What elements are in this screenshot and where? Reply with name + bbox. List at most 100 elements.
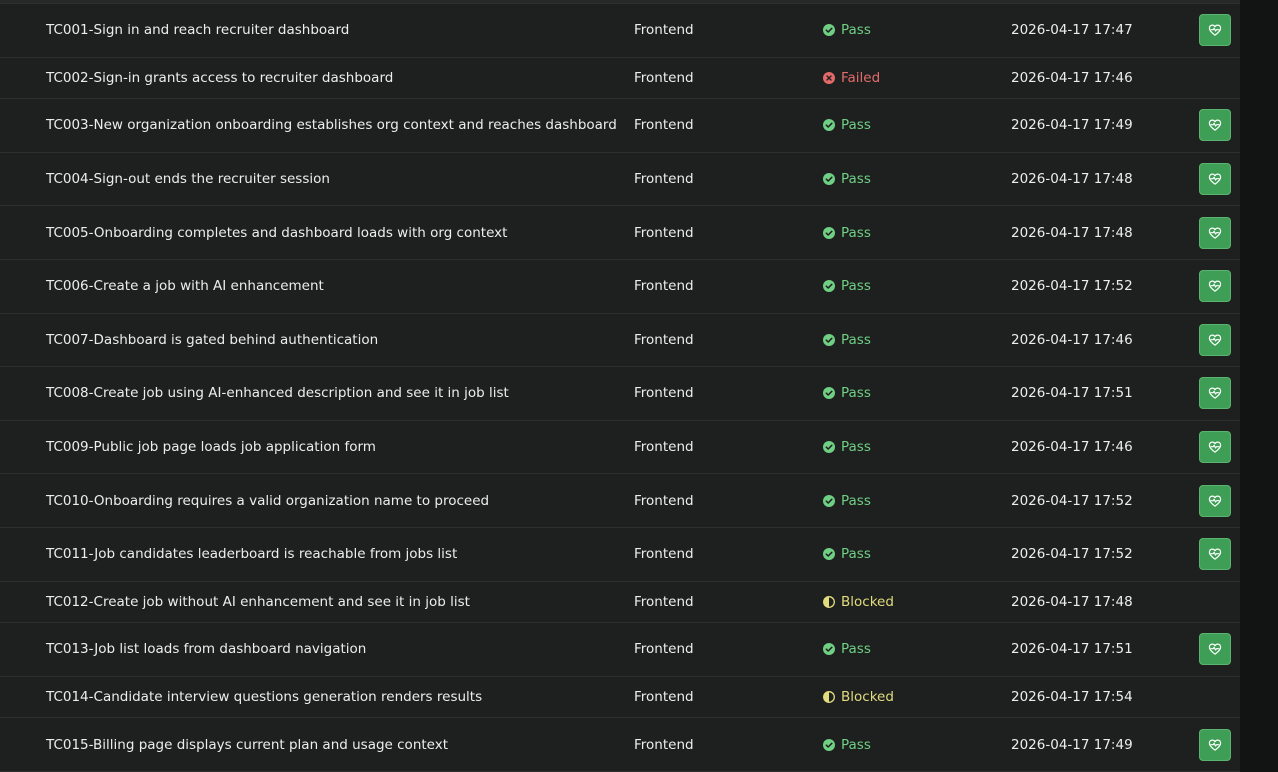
table-row[interactable]: TC002-Sign-in grants access to recruiter… [0, 58, 1240, 100]
test-results-view: TC001-Sign in and reach recruiter dashbo… [0, 0, 1278, 772]
check-circle-icon [823, 280, 835, 293]
table-row[interactable]: TC001-Sign in and reach recruiter dashbo… [0, 4, 1240, 58]
status-badge: Blocked [823, 593, 894, 611]
table-row[interactable]: TC013-Job list loads from dashboard navi… [0, 623, 1240, 677]
test-type: Frontend [634, 171, 694, 188]
status-badge: Blocked [823, 688, 894, 706]
status-badge: Pass [823, 545, 871, 563]
status-label: Pass [841, 278, 871, 295]
view-result-button[interactable] [1199, 14, 1231, 47]
check-circle-icon [823, 494, 835, 507]
view-result-button[interactable] [1199, 538, 1231, 571]
table-row[interactable]: TC007-Dashboard is gated behind authenti… [0, 314, 1240, 368]
check-circle-icon [823, 173, 835, 186]
test-type: Frontend [634, 593, 694, 610]
test-type: Frontend [634, 69, 694, 86]
test-case-name: TC009-Public job page loads job applicat… [46, 439, 376, 456]
run-timestamp: 2026-04-17 17:46 [1011, 439, 1133, 456]
test-case-name: TC003-New organization onboarding establ… [46, 117, 617, 134]
table-row[interactable]: TC011-Job candidates leaderboard is reac… [0, 528, 1240, 582]
status-badge: Pass [823, 170, 871, 188]
status-label: Pass [841, 546, 871, 563]
x-circle-icon [823, 71, 835, 84]
run-timestamp: 2026-04-17 17:46 [1011, 331, 1133, 348]
check-circle-icon [823, 24, 835, 37]
table-row[interactable]: TC014-Candidate interview questions gene… [0, 677, 1240, 719]
heart-pulse-icon [1208, 547, 1222, 561]
table-row[interactable]: TC003-New organization onboarding establ… [0, 99, 1240, 153]
half-circle-icon [823, 691, 835, 703]
status-label: Blocked [841, 593, 894, 610]
status-label: Failed [841, 69, 881, 86]
view-result-button[interactable] [1199, 109, 1231, 142]
status-badge: Pass [823, 736, 871, 754]
view-result-button[interactable] [1199, 484, 1231, 517]
heart-pulse-icon [1208, 23, 1222, 37]
heart-pulse-icon [1208, 226, 1222, 240]
test-type: Frontend [634, 117, 694, 134]
test-type: Frontend [634, 22, 694, 39]
status-label: Pass [841, 736, 871, 753]
status-badge: Pass [823, 492, 871, 510]
table-row[interactable]: TC005-Onboarding completes and dashboard… [0, 206, 1240, 260]
test-case-name: TC014-Candidate interview questions gene… [46, 689, 483, 706]
half-circle-icon [823, 595, 835, 608]
table-row[interactable]: TC015-Billing page displays current plan… [0, 718, 1240, 772]
status-badge: Pass [823, 384, 871, 402]
view-result-button[interactable] [1199, 163, 1231, 196]
test-type: Frontend [634, 278, 694, 295]
run-timestamp: 2026-04-17 17:47 [1011, 22, 1133, 39]
status-label: Pass [841, 492, 871, 509]
run-timestamp: 2026-04-17 17:51 [1011, 385, 1133, 402]
table-row[interactable]: TC012-Create job without AI enhancement … [0, 582, 1240, 624]
test-case-name: TC015-Billing page displays current plan… [46, 736, 449, 753]
status-label: Blocked [841, 689, 894, 706]
heart-pulse-icon [1208, 279, 1222, 293]
run-timestamp: 2026-04-17 17:46 [1011, 69, 1133, 86]
view-result-button[interactable] [1199, 633, 1231, 666]
check-circle-icon [823, 387, 835, 400]
test-case-name: TC005-Onboarding completes and dashboard… [46, 224, 508, 241]
status-badge: Pass [823, 438, 871, 456]
view-result-button[interactable] [1199, 728, 1231, 761]
view-result-button[interactable] [1199, 431, 1231, 464]
run-timestamp: 2026-04-17 17:49 [1011, 117, 1133, 134]
view-result-button[interactable] [1199, 270, 1231, 303]
test-case-name: TC010-Onboarding requires a valid organi… [46, 492, 490, 509]
check-circle-icon [823, 548, 835, 561]
view-result-button[interactable] [1199, 323, 1231, 356]
status-badge: Pass [823, 224, 871, 242]
table-row[interactable]: TC010-Onboarding requires a valid organi… [0, 474, 1240, 528]
heart-pulse-icon [1208, 738, 1222, 752]
test-case-name: TC012-Create job without AI enhancement … [46, 593, 470, 610]
run-timestamp: 2026-04-17 17:52 [1011, 546, 1133, 563]
test-case-name: TC002-Sign-in grants access to recruiter… [46, 69, 394, 86]
test-type: Frontend [634, 641, 694, 658]
run-timestamp: 2026-04-17 17:54 [1011, 689, 1133, 706]
test-type: Frontend [634, 736, 694, 753]
check-circle-icon [823, 441, 835, 454]
status-label: Pass [841, 385, 871, 402]
heart-pulse-icon [1208, 440, 1222, 454]
test-case-name: TC007-Dashboard is gated behind authenti… [46, 331, 379, 348]
test-case-name: TC013-Job list loads from dashboard navi… [46, 641, 367, 658]
test-type: Frontend [634, 385, 694, 402]
status-badge: Pass [823, 116, 871, 134]
view-result-button[interactable] [1199, 377, 1231, 410]
table-row[interactable]: TC008-Create job using AI-enhanced descr… [0, 367, 1240, 421]
test-type: Frontend [634, 689, 694, 706]
test-results-table: TC001-Sign in and reach recruiter dashbo… [0, 3, 1240, 772]
status-label: Pass [841, 22, 871, 39]
check-circle-icon [823, 738, 835, 751]
check-circle-icon [823, 119, 835, 132]
table-row[interactable]: TC006-Create a job with AI enhancement Fr… [0, 260, 1240, 314]
test-case-name: TC011-Job candidates leaderboard is reac… [46, 546, 458, 563]
view-result-button[interactable] [1199, 216, 1231, 249]
run-timestamp: 2026-04-17 17:52 [1011, 278, 1133, 295]
status-label: Pass [841, 331, 871, 348]
table-row[interactable]: TC009-Public job page loads job applicat… [0, 421, 1240, 475]
table-row[interactable]: TC004-Sign-out ends the recruiter sessio… [0, 153, 1240, 207]
check-circle-icon [823, 643, 835, 656]
test-type: Frontend [634, 224, 694, 241]
test-type: Frontend [634, 492, 694, 509]
